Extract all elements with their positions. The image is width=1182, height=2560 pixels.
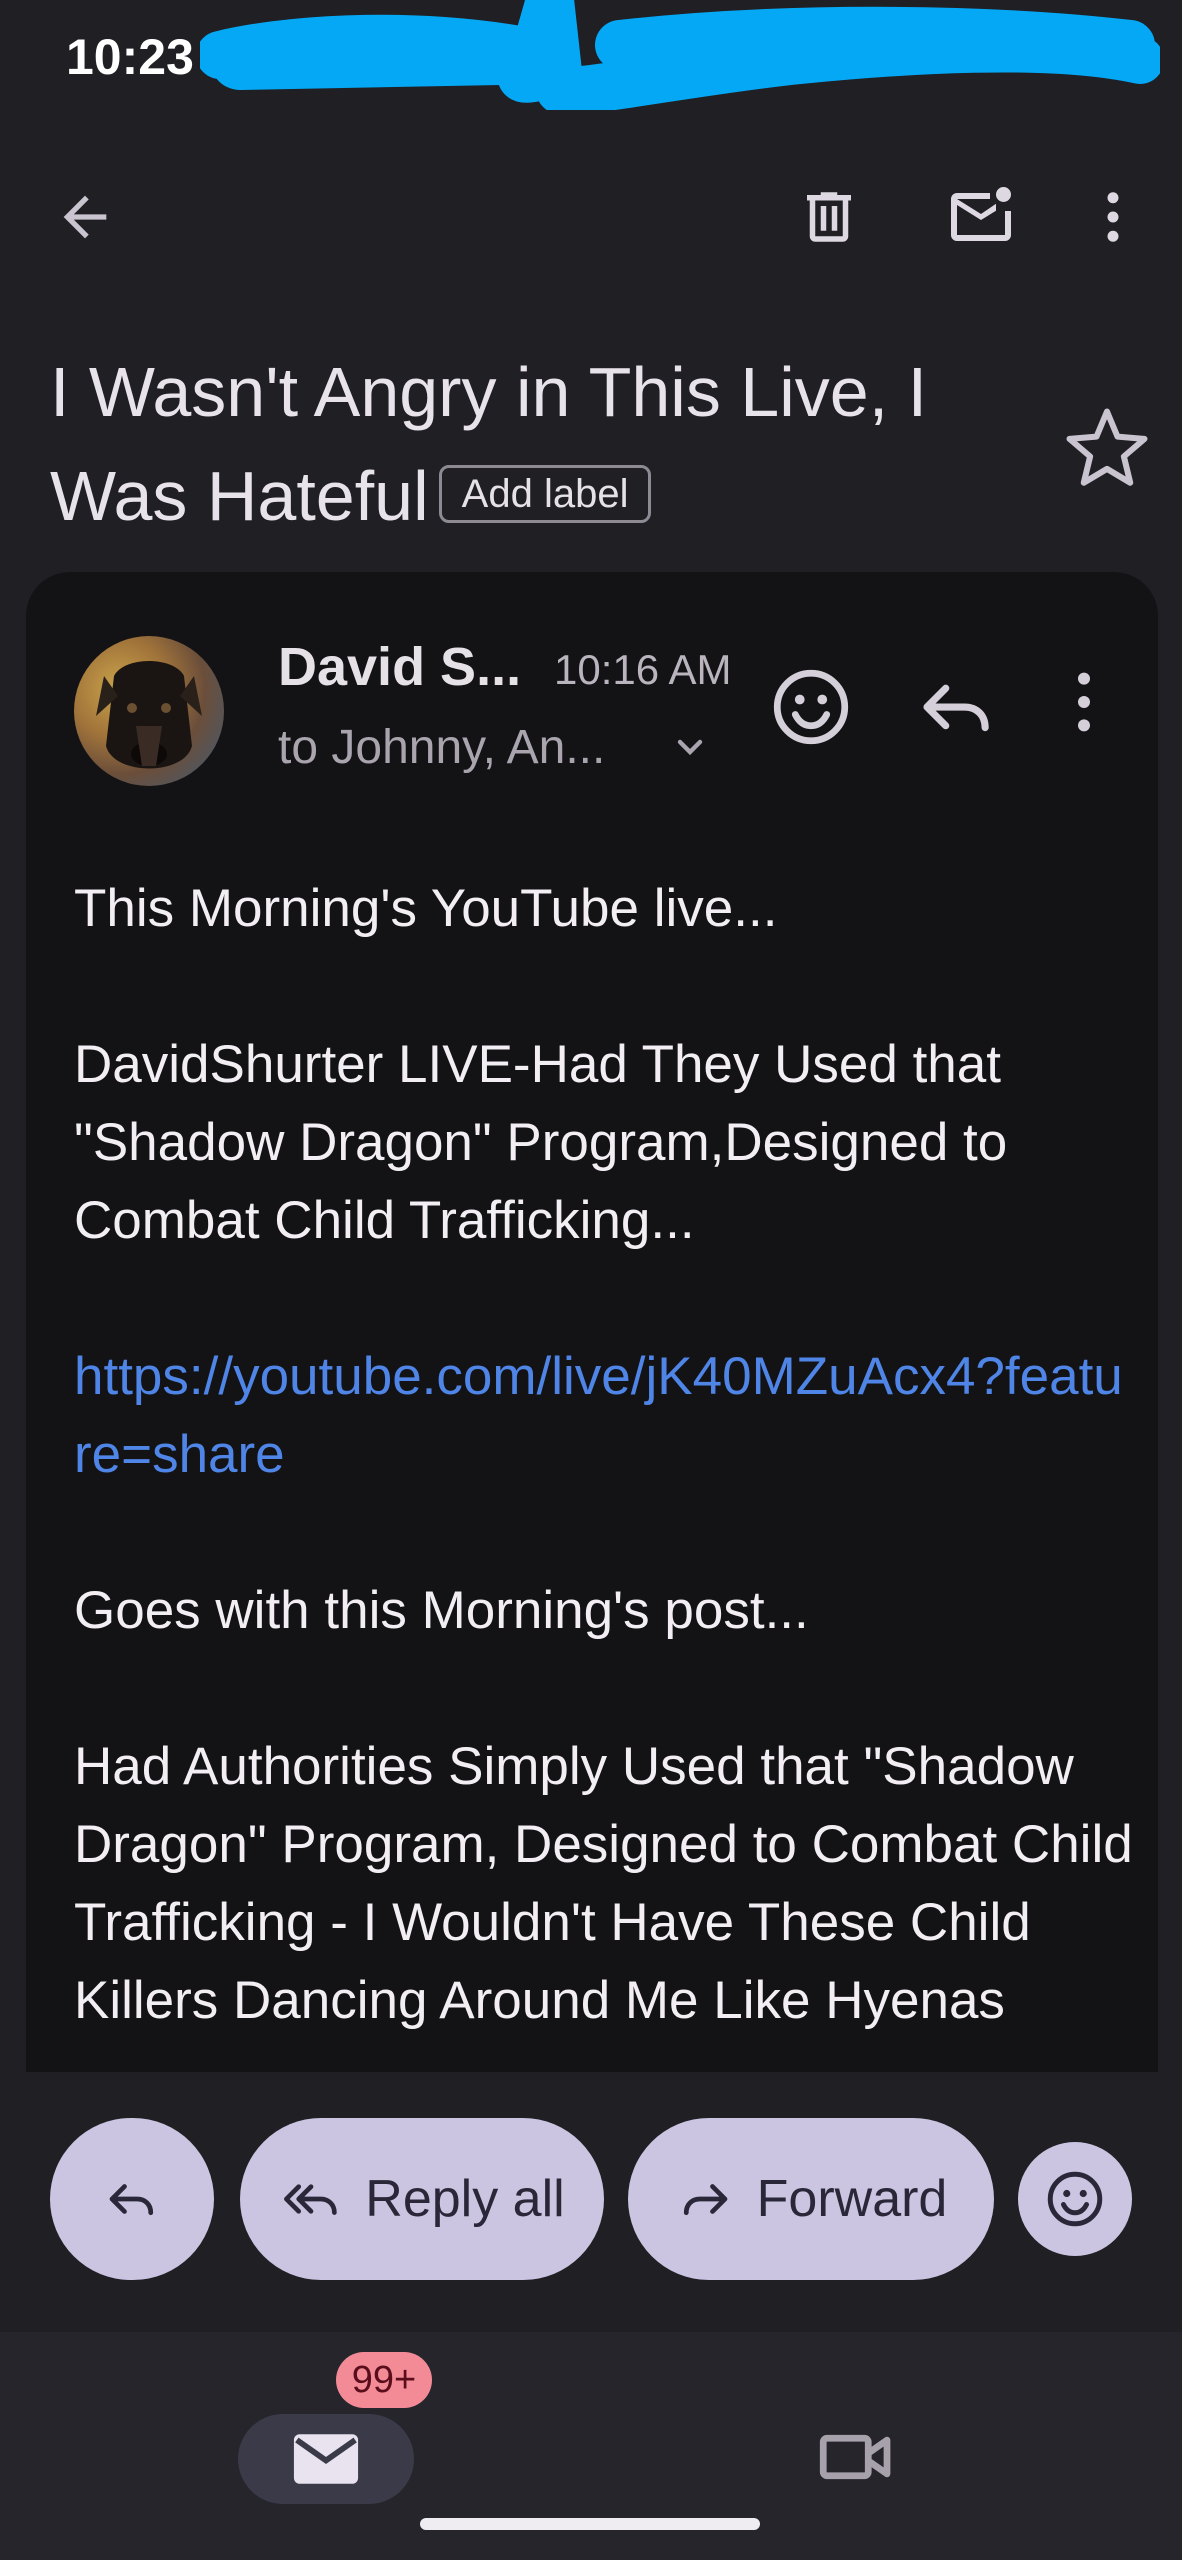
more-vert-icon bbox=[1078, 672, 1090, 732]
status-time: 10:23 bbox=[66, 29, 194, 85]
reply-all-button[interactable]: Reply all bbox=[240, 2118, 604, 2280]
dog-avatar-image bbox=[96, 661, 202, 769]
message-more-button[interactable] bbox=[1044, 662, 1134, 752]
mark-unread-icon bbox=[951, 187, 1011, 241]
reply-pill-button[interactable] bbox=[50, 2118, 214, 2280]
chevron-down-icon[interactable] bbox=[666, 724, 714, 772]
forward-label: Forward bbox=[756, 2170, 948, 2228]
emoji-icon bbox=[1047, 2171, 1103, 2227]
body-paragraph: Goes with this Morning's post... bbox=[74, 1581, 809, 1640]
reply-all-icon bbox=[284, 2184, 338, 2215]
add-label-button[interactable]: Add label bbox=[438, 464, 652, 523]
emoji-icon bbox=[773, 669, 849, 745]
forward-button[interactable]: Forward bbox=[628, 2118, 994, 2280]
message-body: This Morning's YouTube live... DavidShur… bbox=[74, 870, 1134, 2072]
star-icon bbox=[1066, 408, 1148, 486]
avatar[interactable] bbox=[74, 636, 224, 786]
more-vert-icon bbox=[1107, 192, 1119, 242]
reply-icon bbox=[109, 2184, 154, 2216]
youtube-link[interactable]: https://youtube.com/live/jK40MZuAcx4?fea… bbox=[74, 1338, 1134, 1494]
message-card: David S... 10:16 AM to Johnny, An... Thi… bbox=[26, 572, 1158, 2072]
nav-meet-tab[interactable] bbox=[812, 2412, 902, 2502]
more-options-button[interactable] bbox=[1068, 172, 1158, 262]
arrow-back-icon bbox=[63, 195, 107, 239]
video-camera-icon bbox=[819, 2434, 891, 2480]
add-reaction-button[interactable] bbox=[766, 662, 856, 752]
reply-button[interactable] bbox=[912, 662, 1002, 752]
star-button[interactable] bbox=[1062, 404, 1152, 494]
message-time: 10:16 AM bbox=[554, 646, 732, 693]
recipients[interactable]: to Johnny, An... bbox=[278, 720, 605, 775]
trash-icon bbox=[807, 192, 851, 242]
mark-unread-button[interactable] bbox=[936, 172, 1026, 262]
body-paragraph: Had Authorities Simply Used that "Shadow… bbox=[74, 1737, 1133, 2030]
reply-action-bar: Reply all Forward bbox=[0, 2072, 1182, 2332]
sender-name[interactable]: David S... bbox=[278, 636, 521, 698]
delete-button[interactable] bbox=[784, 172, 874, 262]
body-paragraph: This Morning's YouTube live... bbox=[74, 879, 778, 938]
redaction-scribble bbox=[200, 0, 1160, 110]
mail-icon bbox=[293, 2434, 359, 2484]
back-button[interactable] bbox=[40, 172, 130, 262]
forward-icon bbox=[683, 2184, 728, 2216]
email-subject: I Wasn't Angry in This Live, I Was Hatef… bbox=[50, 340, 1050, 548]
home-indicator[interactable] bbox=[420, 2518, 760, 2530]
nav-mail-tab[interactable] bbox=[238, 2414, 414, 2504]
reply-all-label: Reply all bbox=[365, 2170, 565, 2228]
reply-icon bbox=[923, 684, 989, 732]
react-pill-button[interactable] bbox=[1018, 2142, 1132, 2256]
body-paragraph: DavidShurter LIVE-Had They Used that "Sh… bbox=[74, 1035, 1008, 1250]
unread-count-badge: 99+ bbox=[336, 2352, 432, 2408]
